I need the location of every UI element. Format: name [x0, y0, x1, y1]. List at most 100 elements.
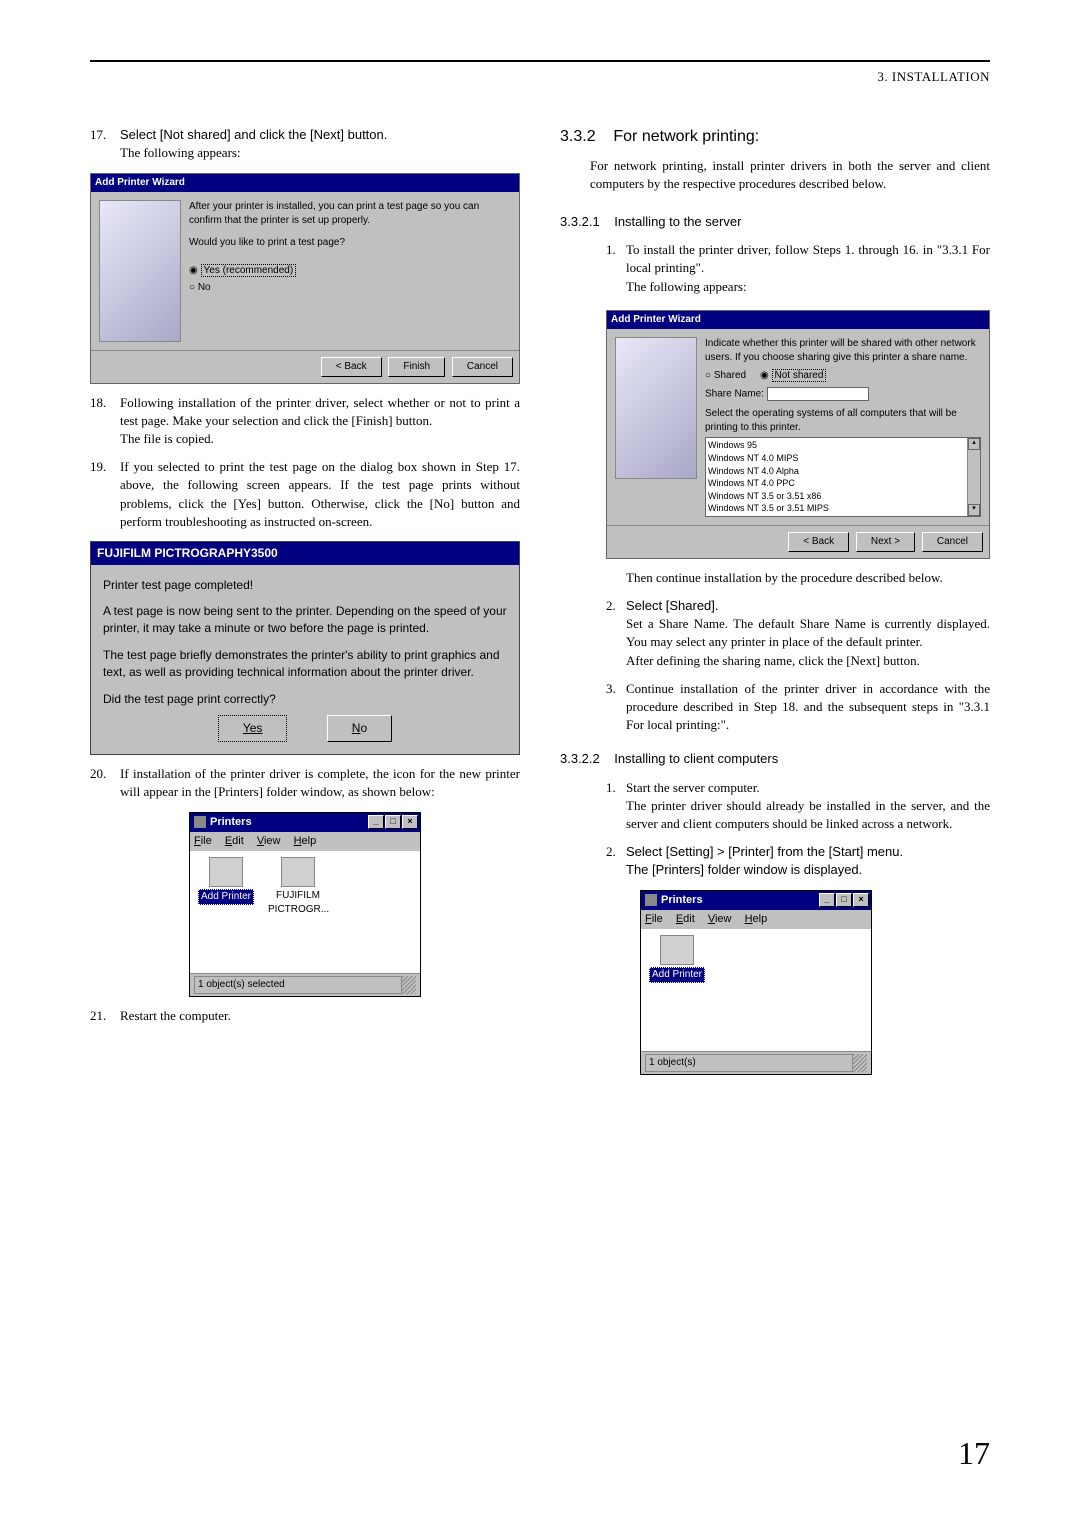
list-item[interactable]: Windows NT 4.0 MIPS	[708, 452, 966, 465]
scroll-up-button[interactable]: ▴	[968, 438, 980, 450]
test-page-text: The test page briefly demonstrates the p…	[103, 647, 507, 681]
step-number: 17.	[90, 126, 120, 162]
step-text: Select [Shared].	[626, 598, 719, 613]
step-followup: The file is copied.	[120, 431, 214, 446]
step-number: 20.	[90, 765, 120, 801]
window-icon	[194, 816, 206, 828]
resize-grip-icon[interactable]	[402, 976, 416, 994]
test-page-text: A test page is now being sent to the pri…	[103, 603, 507, 637]
radio-yes-label[interactable]: Yes (recommended)	[201, 264, 297, 277]
add-printer-label[interactable]: Add Printer	[198, 889, 254, 905]
window-title: Printers	[661, 893, 703, 908]
radio-selected-icon[interactable]: ◉	[189, 264, 198, 278]
step-text: Continue installation of the printer dri…	[626, 680, 990, 735]
radio-selected-icon[interactable]: ◉	[760, 370, 769, 381]
menubar[interactable]: File Edit View Help	[641, 910, 871, 929]
subsection-title: Installing to client computers	[614, 751, 778, 766]
wizard-text: After your printer is installed, you can…	[189, 200, 511, 228]
finish-button[interactable]: Finish	[388, 357, 445, 377]
radio-icon[interactable]: ○	[189, 281, 195, 295]
menu-file[interactable]: File	[194, 835, 212, 847]
list-item[interactable]: Windows 95	[708, 439, 966, 452]
wizard-image	[615, 337, 697, 479]
menubar[interactable]: File Edit View Help	[190, 832, 420, 851]
share-name-label: Share Name:	[705, 388, 764, 399]
cancel-button[interactable]: Cancel	[452, 357, 513, 377]
step-number: 2.	[606, 597, 626, 670]
printer-icon[interactable]	[281, 857, 315, 887]
test-page-question: Did the test page print correctly?	[103, 691, 507, 708]
step-text: Select [Setting] > [Printer] from the [S…	[626, 844, 903, 859]
continue-text: Then continue installation by the proced…	[626, 569, 990, 587]
close-button[interactable]: ×	[402, 815, 418, 829]
printer-icon[interactable]	[209, 857, 243, 887]
test-page-completed-text: Printer test page completed!	[103, 577, 507, 594]
list-item[interactable]: Windows NT 4.0 PPC	[708, 477, 966, 490]
step-text: Start the server computer.	[626, 780, 760, 795]
back-button[interactable]: < Back	[788, 532, 849, 552]
list-item[interactable]: Windows NT 4.0 Alpha	[708, 465, 966, 478]
wizard-text: Would you like to print a test page?	[189, 236, 511, 250]
back-button[interactable]: < Back	[321, 357, 382, 377]
radio-no-label[interactable]: No	[198, 282, 211, 293]
no-button[interactable]: No	[327, 715, 392, 742]
step-number: 21.	[90, 1007, 120, 1025]
radio-not-shared-label[interactable]: Not shared	[772, 369, 827, 382]
subsection-number: 3.3.2.2	[560, 751, 600, 766]
printer-label[interactable]: FUJIFILM PICTROGR...	[268, 889, 328, 917]
step-number: 2.	[606, 843, 626, 879]
step-text: To install the printer driver, follow St…	[626, 242, 990, 275]
add-printer-wizard-dialog: Add Printer Wizard After your printer is…	[90, 173, 520, 384]
maximize-button[interactable]: □	[836, 893, 852, 907]
step-text: The [Printers] folder window is displaye…	[626, 862, 862, 877]
share-name-input[interactable]	[767, 387, 869, 401]
step-text: Set a Share Name. The default Share Name…	[626, 616, 990, 649]
window-icon	[645, 894, 657, 906]
step-text: The printer driver should already be ins…	[626, 798, 990, 831]
step-number: 1.	[606, 779, 626, 834]
close-button[interactable]: ×	[853, 893, 869, 907]
menu-help[interactable]: Help	[294, 835, 317, 847]
statusbar-text: 1 object(s) selected	[194, 976, 402, 994]
os-listbox[interactable]: Windows 95 Windows NT 4.0 MIPS Windows N…	[705, 437, 981, 517]
menu-view[interactable]: View	[708, 913, 732, 925]
radio-icon[interactable]: ○	[705, 370, 711, 381]
section-intro: For network printing, install printer dr…	[590, 157, 990, 193]
menu-edit[interactable]: Edit	[676, 913, 695, 925]
step-text: After defining the sharing name, click t…	[626, 653, 920, 668]
menu-file[interactable]: File	[645, 913, 663, 925]
dialog-title: FUJIFILM PICTROGRAPHY3500	[91, 542, 519, 565]
printers-window: Printers _ □ × File Edit View Help	[189, 812, 421, 998]
step-followup: The following appears:	[120, 145, 241, 160]
resize-grip-icon[interactable]	[853, 1054, 867, 1072]
statusbar-text: 1 object(s)	[645, 1054, 853, 1072]
wizard-text: Select the operating systems of all comp…	[705, 407, 981, 435]
list-item[interactable]: Windows NT 3.5 or 3.51 x86	[708, 490, 966, 503]
step-text: Select [Not shared] and click the [Next]…	[120, 127, 387, 142]
minimize-button[interactable]: _	[819, 893, 835, 907]
dialog-title: Add Printer Wizard	[91, 174, 519, 192]
printer-icon[interactable]	[660, 935, 694, 965]
step-text: Following installation of the printer dr…	[120, 395, 520, 428]
scroll-down-button[interactable]: ▾	[968, 504, 980, 516]
maximize-button[interactable]: □	[385, 815, 401, 829]
add-printer-label[interactable]: Add Printer	[649, 967, 705, 983]
window-title: Printers	[210, 815, 252, 830]
menu-help[interactable]: Help	[745, 913, 768, 925]
next-button[interactable]: Next >	[856, 532, 915, 552]
minimize-button[interactable]: _	[368, 815, 384, 829]
page-number: 17	[958, 1431, 990, 1476]
list-item[interactable]: Windows NT 3.5 or 3.51 MIPS	[708, 502, 966, 515]
subsection-title: Installing to the server	[614, 214, 741, 229]
step-number: 19.	[90, 458, 120, 531]
menu-edit[interactable]: Edit	[225, 835, 244, 847]
step-text: Restart the computer.	[120, 1007, 520, 1025]
yes-button[interactable]: Yes	[218, 715, 288, 742]
step-number: 18.	[90, 394, 120, 449]
step-number: 1.	[606, 241, 626, 296]
step-number: 3.	[606, 680, 626, 735]
menu-view[interactable]: View	[257, 835, 281, 847]
radio-shared-label[interactable]: Shared	[714, 370, 746, 381]
subsection-number: 3.3.2.1	[560, 214, 600, 229]
cancel-button[interactable]: Cancel	[922, 532, 983, 552]
